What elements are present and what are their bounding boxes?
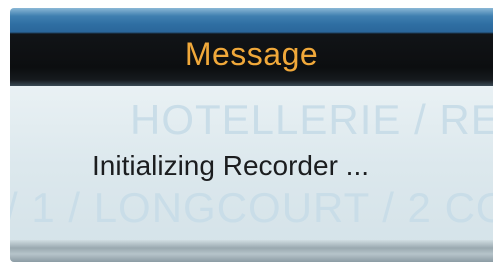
background-text-bottom: / 1 / LONGCOURT / 2 COM — [10, 184, 493, 231]
dialog-bottom-bar — [10, 240, 493, 262]
tv-screen: Message HOTELLERIE / RE / 1 / LONGCOURT … — [0, 0, 493, 267]
dialog-message: Initializing Recorder ... — [92, 150, 370, 181]
dialog-title-bar: Message — [10, 8, 493, 86]
message-dialog: Message HOTELLERIE / RE / 1 / LONGCOURT … — [10, 8, 493, 262]
background-text-top: HOTELLERIE / RE — [130, 96, 493, 143]
dialog-body: HOTELLERIE / RE / 1 / LONGCOURT / 2 COM … — [10, 86, 493, 246]
dialog-title: Message — [184, 36, 319, 72]
